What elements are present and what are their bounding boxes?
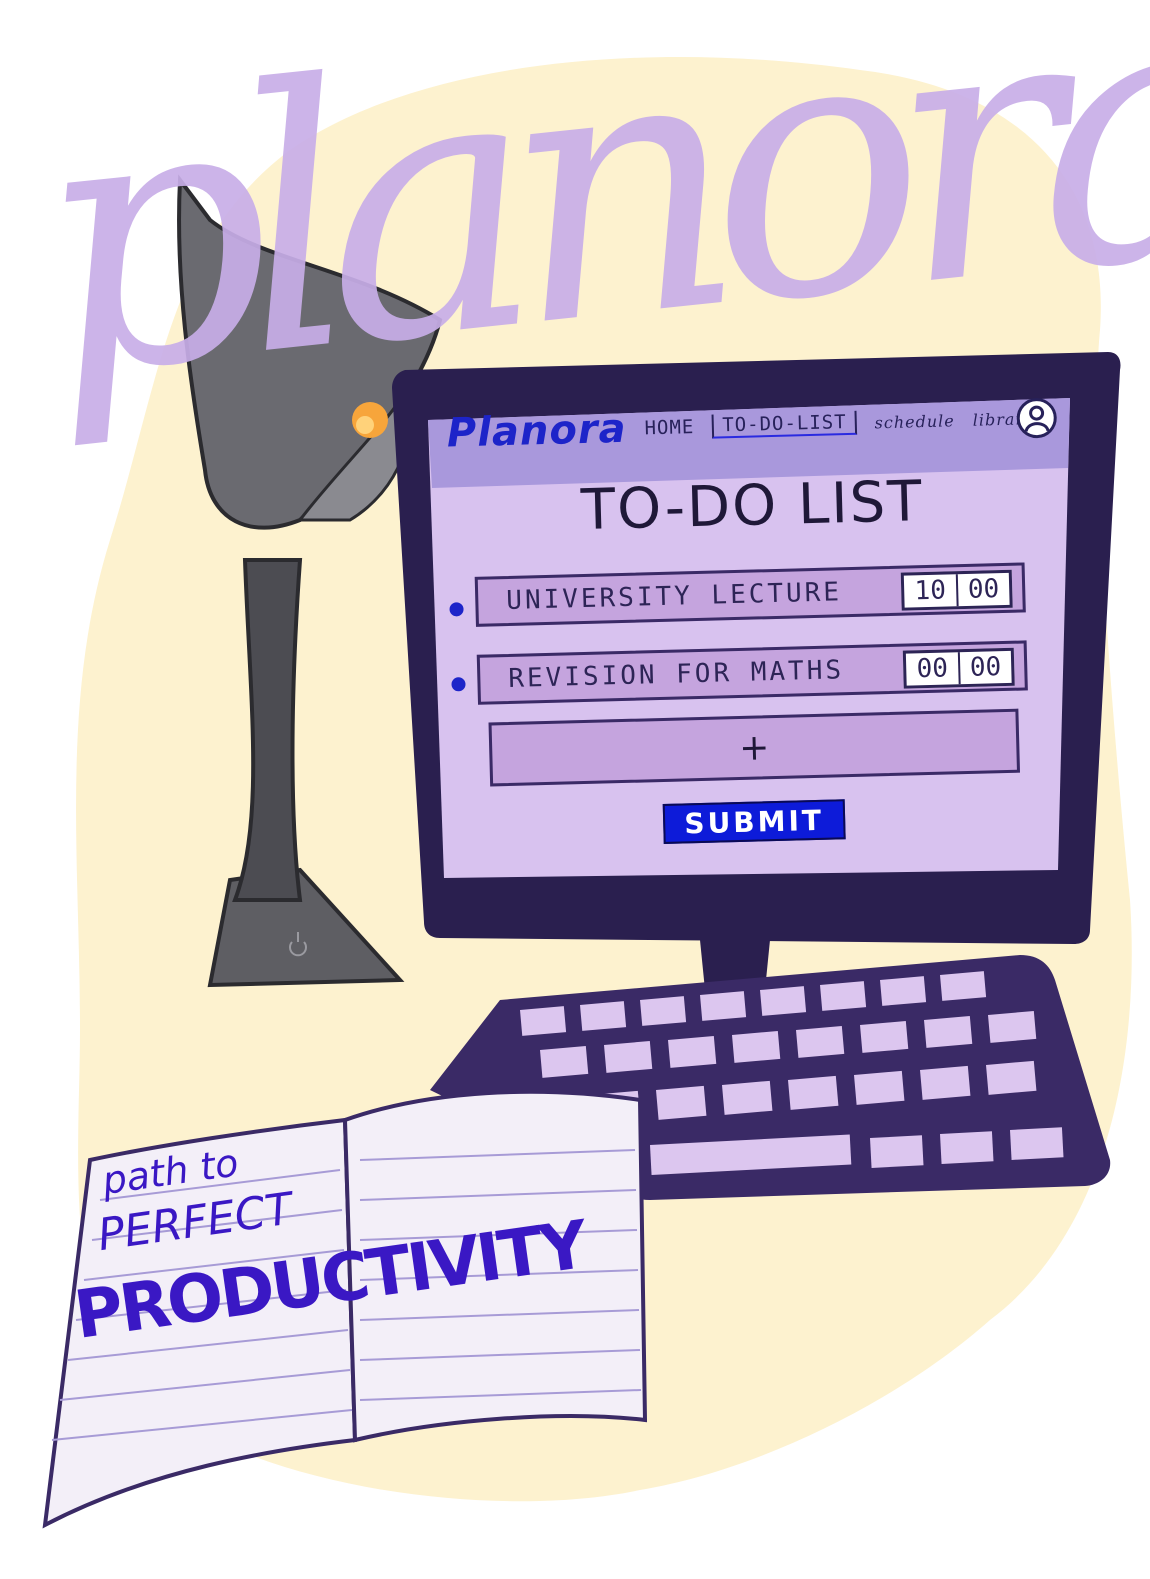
nav-link-home[interactable]: HOME bbox=[644, 416, 694, 439]
time-minutes[interactable]: 00 bbox=[955, 572, 1010, 607]
navbar: Planora HOME TO-DO-LIST schedule library bbox=[428, 381, 1070, 470]
time-input[interactable]: 00 00 bbox=[903, 647, 1015, 689]
user-avatar-icon[interactable] bbox=[1016, 397, 1058, 439]
task-row[interactable]: UNIVERSITY LECTURE 10 00 bbox=[474, 562, 1026, 627]
time-minutes[interactable]: 00 bbox=[957, 650, 1012, 685]
user-glyph bbox=[1024, 405, 1050, 432]
task-bullet bbox=[451, 677, 466, 692]
nav-brand[interactable]: Planora bbox=[446, 406, 627, 457]
nav-link-schedule[interactable]: schedule bbox=[874, 411, 955, 432]
todo-app-screen: Planora HOME TO-DO-LIST schedule library… bbox=[428, 381, 1080, 868]
task-row[interactable]: REVISION FOR MATHS 00 00 bbox=[476, 640, 1028, 705]
add-task-button[interactable]: + bbox=[488, 708, 1021, 787]
page-title: TO-DO LIST bbox=[580, 469, 925, 544]
nav-link-todo[interactable]: TO-DO-LIST bbox=[711, 410, 857, 439]
time-hours[interactable]: 00 bbox=[906, 652, 958, 685]
task-bullet bbox=[449, 602, 464, 617]
task-text: REVISION FOR MATHS bbox=[507, 655, 845, 694]
task-text: UNIVERSITY LECTURE bbox=[505, 577, 843, 617]
submit-button[interactable]: SUBMIT bbox=[662, 799, 846, 844]
time-hours[interactable]: 10 bbox=[904, 574, 956, 607]
time-input[interactable]: 10 00 bbox=[901, 569, 1013, 611]
